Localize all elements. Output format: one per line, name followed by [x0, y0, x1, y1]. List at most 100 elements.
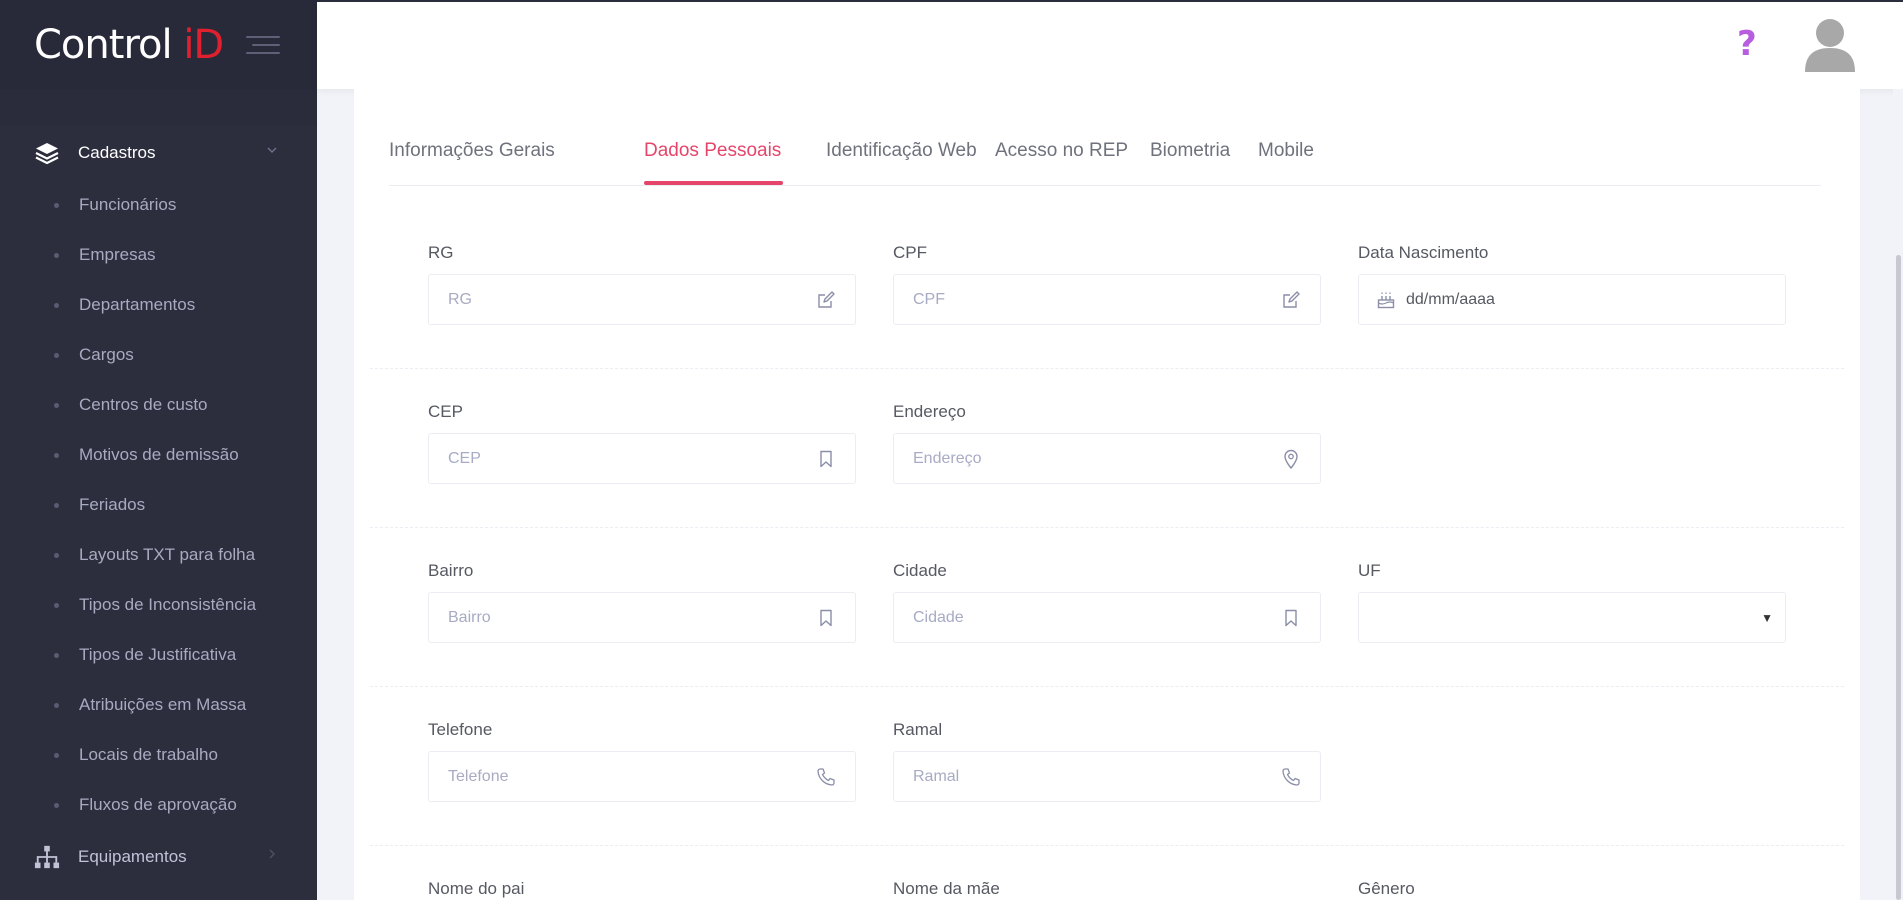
sidebar-item-cargos[interactable]: Cargos — [0, 330, 317, 380]
sidebar-item-departamentos[interactable]: Departamentos — [0, 280, 317, 330]
sidebar-item-funcionarios[interactable]: Funcionários — [0, 180, 317, 230]
cep-label: CEP — [428, 402, 463, 421]
phone-icon — [816, 767, 836, 787]
sidebar-item-label: Tipos de Inconsistência — [79, 595, 257, 614]
row-divider — [370, 368, 1844, 369]
address-input[interactable]: Endereço — [893, 433, 1321, 484]
brand-header: Control iD — [0, 0, 317, 89]
sidebar-section-label: Equipamentos — [78, 847, 187, 866]
sidebar-item-atribuicoes-em-massa[interactable]: Atribuições em Massa — [0, 680, 317, 730]
tab-identificacao-web[interactable]: Identificação Web — [826, 140, 977, 162]
menu-toggle-icon[interactable] — [246, 36, 280, 56]
sidebar-item-label: Departamentos — [79, 295, 196, 314]
sidebar-item-empresas[interactable]: Empresas — [0, 230, 317, 280]
sidebar-item-tipos-de-inconsistencia[interactable]: Tipos de Inconsistência — [0, 580, 317, 630]
cake-icon — [1376, 290, 1396, 310]
bullet-icon — [54, 302, 59, 308]
sidebar-item-label: Motivos de demissão — [79, 445, 239, 464]
caret-down-icon: ▼ — [1761, 610, 1773, 625]
birth-date-label: Data Nascimento — [1358, 243, 1489, 262]
cpf-input[interactable]: CPF — [893, 274, 1321, 325]
district-placeholder: Bairro — [448, 608, 491, 626]
cpf-label: CPF — [893, 243, 927, 262]
cpf-placeholder: CPF — [913, 290, 945, 308]
tab-mobile[interactable]: Mobile — [1258, 140, 1314, 162]
district-label: Bairro — [428, 561, 474, 580]
city-input[interactable]: Cidade — [893, 592, 1321, 643]
bullet-icon — [54, 602, 59, 608]
sidebar-item-feriados[interactable]: Feriados — [0, 480, 317, 530]
sitemap-icon — [34, 844, 60, 870]
sidebar: Control iD Cadastros Funcionários Empres… — [0, 0, 317, 900]
address-placeholder: Endereço — [913, 449, 982, 467]
row-divider — [370, 845, 1844, 846]
rg-label: RG — [428, 243, 454, 262]
chevron-right-icon — [266, 848, 278, 863]
sidebar-item-label: Tipos de Justificativa — [79, 645, 237, 664]
sidebar-item-centros-de-custo[interactable]: Centros de custo — [0, 380, 317, 430]
bullet-icon — [54, 552, 59, 558]
top-header — [317, 2, 1903, 89]
bullet-icon — [54, 652, 59, 658]
cep-placeholder: CEP — [448, 449, 481, 467]
state-select[interactable]: ▼ — [1358, 592, 1786, 643]
sidebar-item-label: Layouts TXT para folha — [79, 545, 256, 564]
tab-acesso-no-rep[interactable]: Acesso no REP — [995, 140, 1128, 162]
bullet-icon — [54, 802, 59, 808]
address-label: Endereço — [893, 402, 966, 421]
tab-biometria[interactable]: Biometria — [1150, 140, 1230, 162]
extension-placeholder: Ramal — [913, 767, 960, 785]
scrollbar-thumb[interactable] — [1896, 255, 1901, 900]
layers-icon — [34, 140, 60, 166]
district-input[interactable]: Bairro — [428, 592, 856, 643]
bullet-icon — [54, 752, 59, 758]
sidebar-section-label: Cadastros — [78, 143, 156, 162]
rg-placeholder: RG — [448, 290, 472, 308]
phone-icon — [1281, 767, 1301, 787]
map-pin-icon — [1281, 449, 1301, 469]
bullet-icon — [54, 252, 59, 258]
sidebar-item-label: Cargos — [79, 345, 134, 364]
sidebar-item-label: Empresas — [79, 245, 156, 264]
sidebar-item-tipos-de-justificativa[interactable]: Tipos de Justificativa — [0, 630, 317, 680]
tab-informacoes-gerais[interactable]: Informações Gerais — [389, 140, 555, 162]
bullet-icon — [54, 202, 59, 208]
bullet-icon — [54, 702, 59, 708]
cep-input[interactable]: CEP — [428, 433, 856, 484]
bullet-icon — [54, 452, 59, 458]
sidebar-item-motivos-de-demissao[interactable]: Motivos de demissão — [0, 430, 317, 480]
bullet-icon — [54, 502, 59, 508]
help-icon[interactable]: ? — [1737, 24, 1757, 64]
chevron-down-icon — [266, 144, 278, 159]
father-name-label: Nome do pai — [428, 879, 525, 898]
sidebar-item-label: Fluxos de aprovação — [79, 795, 237, 814]
sidebar-section-cadastros[interactable]: Cadastros — [0, 126, 317, 180]
extension-label: Ramal — [893, 720, 943, 739]
sidebar-item-layouts-txt[interactable]: Layouts TXT para folha — [0, 530, 317, 580]
sidebar-item-locais-de-trabalho[interactable]: Locais de trabalho — [0, 730, 317, 780]
extension-input[interactable]: Ramal — [893, 751, 1321, 802]
sidebar-spacer — [0, 89, 317, 126]
birth-date-input[interactable]: dd/mm/aaaa — [1358, 274, 1786, 325]
brand-logo[interactable]: Control iD — [34, 22, 224, 68]
city-label: Cidade — [893, 561, 947, 580]
sidebar-item-label: Funcionários — [79, 195, 177, 214]
bookmark-icon — [1281, 608, 1301, 628]
sidebar-section-equipamentos[interactable]: Equipamentos — [0, 830, 317, 884]
bookmark-icon — [816, 608, 836, 628]
city-placeholder: Cidade — [913, 608, 964, 626]
sidebar-item-fluxos-de-aprovacao[interactable]: Fluxos de aprovação — [0, 780, 317, 830]
tab-bar: Informações Gerais Dados Pessoais Identi… — [389, 89, 1821, 186]
bookmark-icon — [816, 449, 836, 469]
bullet-icon — [54, 402, 59, 408]
user-avatar-icon[interactable] — [1803, 16, 1857, 72]
form-card: Informações Gerais Dados Pessoais Identi… — [354, 89, 1860, 900]
phone-placeholder: Telefone — [448, 767, 509, 785]
state-label: UF — [1358, 561, 1381, 580]
edit-icon — [816, 290, 836, 310]
tab-dados-pessoais[interactable]: Dados Pessoais — [644, 140, 781, 162]
phone-input[interactable]: Telefone — [428, 751, 856, 802]
sidebar-item-label: Centros de custo — [79, 395, 208, 414]
rg-input[interactable]: RG — [428, 274, 856, 325]
row-divider — [370, 686, 1844, 687]
